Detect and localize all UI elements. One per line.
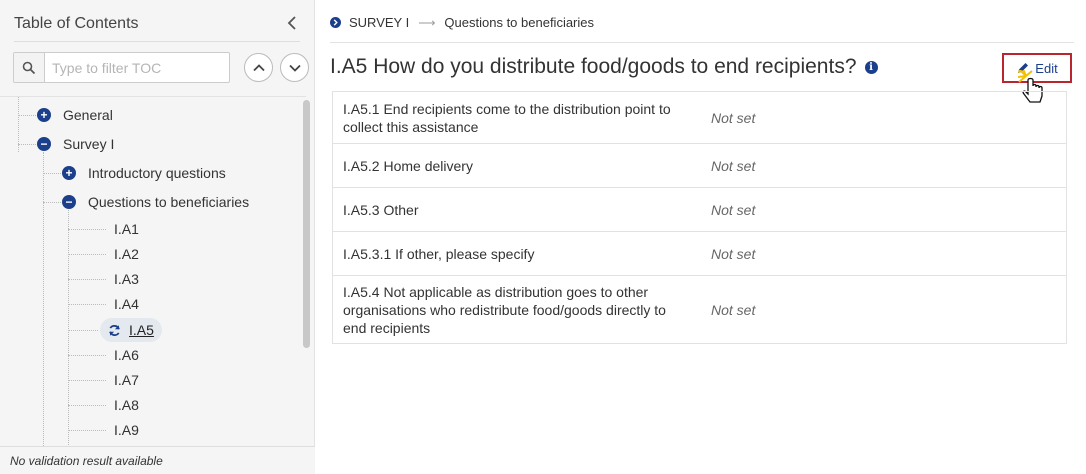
tree-node-introductory-questions[interactable]: + Introductory questions [62, 165, 226, 181]
tree-connector [68, 304, 106, 305]
chevron-left-icon [287, 16, 296, 30]
question-label: I.A5.2 Home delivery [343, 157, 473, 174]
tree-node-label: Questions to beneficiaries [88, 194, 250, 210]
tree-node-general[interactable]: + General [37, 107, 113, 123]
tree-node-label: Survey I [63, 136, 115, 152]
refresh-icon [109, 324, 120, 336]
tree-leaf-ia5-selected[interactable]: I.A5 [100, 318, 162, 342]
table-row: I.A5.4 Not applicable as distribution go… [333, 275, 1066, 343]
expand-icon[interactable]: + [62, 166, 76, 180]
header-divider [330, 42, 1074, 43]
toc-filter [13, 52, 230, 83]
tree-leaf-ia1[interactable]: I.A1 [114, 221, 139, 237]
tree-leaf-ia9[interactable]: I.A9 [114, 422, 139, 438]
info-icon[interactable]: i [864, 60, 878, 74]
tree-connector [68, 380, 106, 381]
search-icon [14, 53, 45, 82]
toc-sidebar: Table of Contents Type to filter TOC + G… [0, 0, 315, 474]
page-title-text: I.A5 How do you distribute food/goods to… [330, 55, 857, 78]
toc-divider [14, 41, 300, 42]
tree-connector [18, 144, 36, 145]
answer-value: Not set [711, 157, 756, 174]
tree-node-label: Introductory questions [88, 165, 226, 181]
edit-button[interactable]: Edit [1002, 53, 1072, 83]
collapse-icon[interactable]: − [62, 195, 76, 209]
validation-status: No validation result available [0, 446, 315, 474]
chevron-up-icon [252, 63, 265, 71]
tree-connector [68, 355, 106, 356]
tree-connector [68, 210, 69, 446]
next-item-button[interactable] [280, 53, 309, 82]
tree-leaf-ia2[interactable]: I.A2 [114, 246, 139, 262]
chevron-right-icon [330, 17, 341, 28]
chevron-down-icon [288, 64, 301, 72]
answer-value: Not set [711, 109, 756, 126]
pencil-icon [1018, 63, 1029, 73]
tree-connector [43, 152, 44, 446]
tree-leaf-label: I.A5 [129, 322, 154, 338]
tree-connector [68, 254, 106, 255]
question-label: I.A5.4 Not applicable as distribution go… [343, 283, 666, 336]
expand-icon[interactable]: + [37, 108, 51, 122]
breadcrumb-current: Questions to beneficiaries [444, 15, 595, 30]
page-title: I.A5 How do you distribute food/goods to… [330, 55, 878, 79]
toc-filter-input[interactable] [46, 53, 229, 82]
tree-node-survey[interactable]: − Survey I [37, 136, 114, 152]
tree-connector [68, 330, 98, 331]
tree-node-label: General [63, 107, 113, 123]
tree-connector [68, 229, 106, 230]
arrow-right-icon: ⟶ [418, 15, 436, 30]
edit-button-label: Edit [1035, 60, 1058, 76]
breadcrumb: SURVEY I ⟶ Questions to beneficiaries [330, 15, 594, 30]
collapse-icon[interactable]: − [37, 137, 51, 151]
tree-connector [68, 430, 106, 431]
tree-connector [68, 279, 106, 280]
table-row: I.A5.2 Home delivery Not set [333, 143, 1066, 187]
toc-scrollbar[interactable] [303, 100, 310, 348]
answer-value: Not set [711, 301, 756, 318]
toc-title: Table of Contents [14, 15, 139, 32]
answer-value: Not set [711, 201, 756, 218]
tree-connector [18, 115, 36, 116]
tree-node-questions-to-beneficiaries[interactable]: − Questions to beneficiaries [62, 194, 249, 210]
breadcrumb-root[interactable]: SURVEY I [349, 15, 409, 30]
table-row: I.A5.1 End recipients come to the distri… [333, 92, 1066, 143]
tree-connector [68, 405, 106, 406]
question-label: I.A5.1 End recipients come to the distri… [343, 100, 671, 135]
answer-value: Not set [711, 245, 756, 262]
tree-connector [43, 173, 61, 174]
tree-leaf-ia4[interactable]: I.A4 [114, 296, 139, 312]
answers-table: I.A5.1 End recipients come to the distri… [332, 91, 1067, 344]
tree-connector [43, 202, 61, 203]
question-label: I.A5.3 Other [343, 201, 419, 218]
tree-leaf-ia8[interactable]: I.A8 [114, 397, 139, 413]
previous-item-button[interactable] [244, 53, 273, 82]
table-row: I.A5.3 Other Not set [333, 187, 1066, 231]
collapse-sidebar-button[interactable] [283, 13, 303, 33]
tree-leaf-ia7[interactable]: I.A7 [114, 372, 139, 388]
tree-leaf-ia3[interactable]: I.A3 [114, 271, 139, 287]
tree-leaf-ia6[interactable]: I.A6 [114, 347, 139, 363]
question-label: I.A5.3.1 If other, please specify [343, 245, 535, 262]
table-row: I.A5.3.1 If other, please specify Not se… [333, 231, 1066, 275]
